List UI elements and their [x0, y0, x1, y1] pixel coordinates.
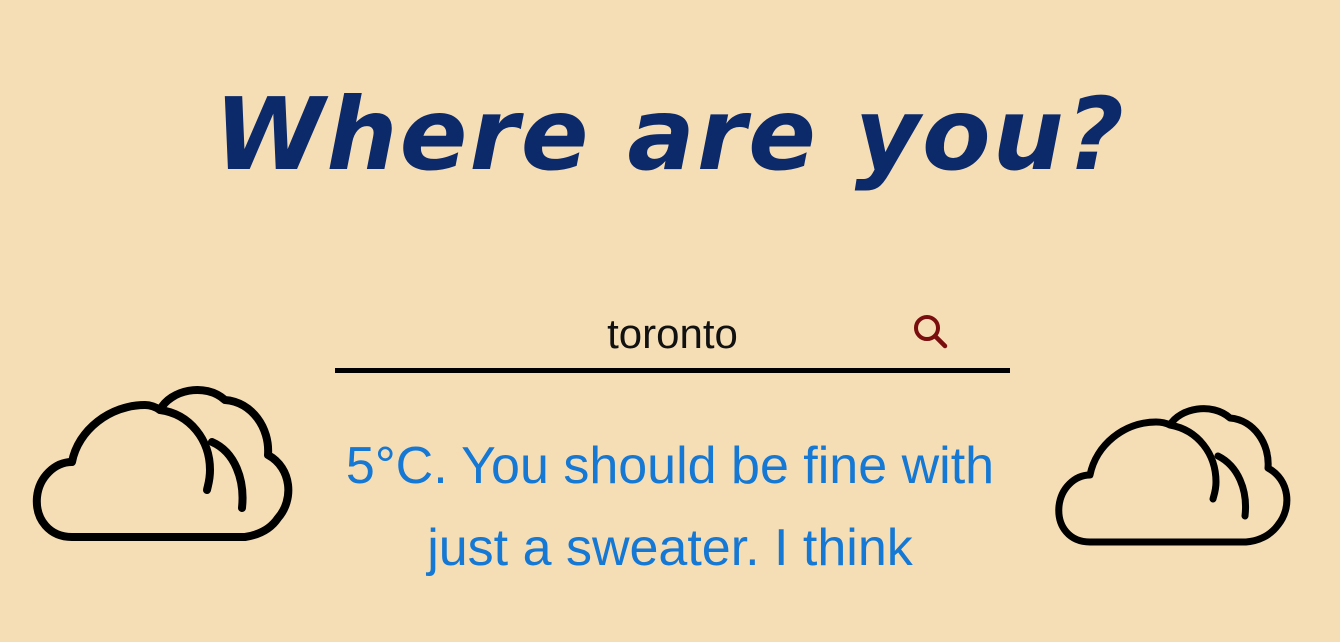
- cloud-icon: [1055, 405, 1291, 546]
- clothing-advice: 5°C. You should be fine with just a swea…: [300, 425, 1040, 589]
- weather-page: Where are you? 5°C. You should be fine w…: [0, 0, 1340, 642]
- cloud-icon: [32, 385, 293, 541]
- search-button[interactable]: [909, 310, 953, 354]
- page-title: Where are you?: [214, 76, 1126, 193]
- advice-line-1: 5°C. You should be fine with: [345, 437, 995, 495]
- search-icon: [914, 315, 948, 349]
- search-bar: [335, 300, 1010, 373]
- advice-line-2: just a sweater. I think: [427, 519, 913, 577]
